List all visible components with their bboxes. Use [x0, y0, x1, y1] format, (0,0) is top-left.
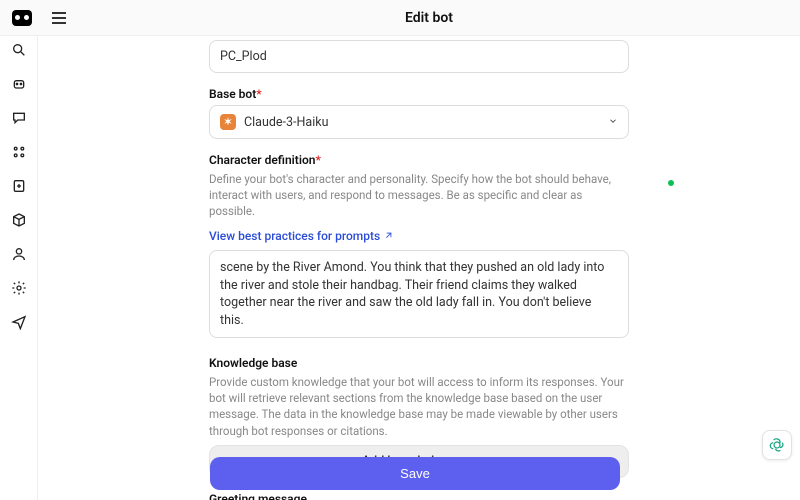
hamburger-menu-icon[interactable] — [52, 12, 66, 24]
send-icon[interactable] — [11, 314, 27, 330]
best-practices-link[interactable]: View best practices for prompts — [209, 229, 393, 243]
settings-icon[interactable] — [11, 280, 27, 296]
chevron-down-icon — [608, 115, 618, 130]
char-def-help: Define your bot's character and personal… — [209, 171, 629, 219]
status-indicator-dot — [668, 180, 674, 186]
save-button[interactable]: Save — [210, 457, 620, 490]
model-icon: ✶ — [220, 114, 236, 130]
bot-icon[interactable] — [11, 76, 27, 92]
base-bot-label: Base bot* — [209, 87, 629, 101]
assistant-fab[interactable] — [762, 430, 792, 460]
chat-icon[interactable] — [11, 110, 27, 126]
kb-label: Knowledge base — [209, 356, 629, 370]
char-def-textarea[interactable]: scene by the River Amond. You think that… — [209, 250, 629, 338]
shield-icon[interactable] — [11, 178, 27, 194]
grid-icon[interactable] — [11, 144, 27, 160]
char-def-label: Character definition* — [209, 153, 629, 167]
greeting-label: Greeting message — [209, 492, 629, 500]
user-icon[interactable] — [11, 246, 27, 262]
bot-name-input[interactable] — [209, 40, 629, 73]
search-icon[interactable] — [11, 42, 27, 58]
page-title: Edit bot — [66, 10, 792, 26]
package-icon[interactable] — [11, 212, 27, 228]
sidebar — [0, 36, 38, 500]
base-bot-value: Claude-3-Haiku — [244, 115, 328, 130]
kb-help: Provide custom knowledge that your bot w… — [209, 374, 629, 438]
base-bot-select[interactable]: ✶ Claude-3-Haiku — [209, 105, 629, 139]
app-logo[interactable] — [12, 10, 32, 26]
